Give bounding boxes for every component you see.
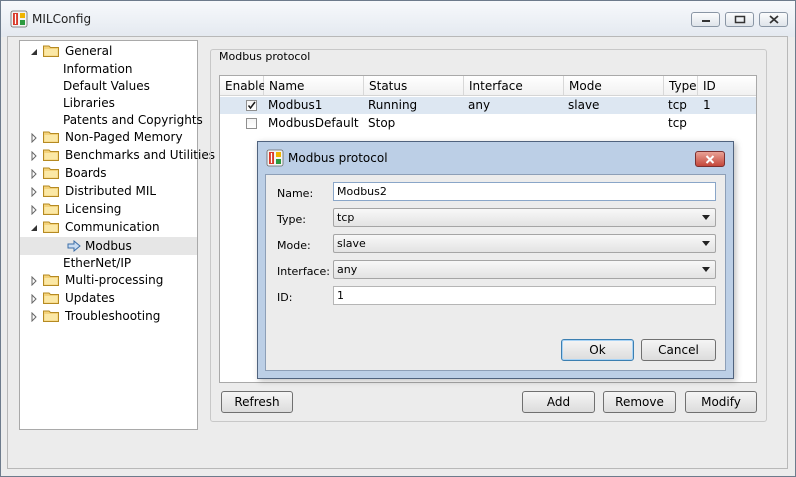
tree-item-distributed-mil[interactable]: Distributed MIL [65, 182, 156, 200]
type-value: tcp [337, 211, 355, 224]
cell-type: tcp [668, 98, 687, 112]
cell-type: tcp [668, 116, 687, 130]
enable-checkbox[interactable] [246, 100, 257, 111]
expand-arrow-icon[interactable] [29, 294, 39, 304]
minimize-button[interactable] [691, 12, 720, 27]
column-header-interface[interactable]: Interface [464, 76, 564, 96]
column-header-type[interactable]: Type [664, 76, 698, 96]
name-label: Name: [277, 187, 314, 200]
tree-item-general[interactable]: General [65, 42, 112, 60]
chevron-down-icon [702, 241, 710, 246]
tree-item-default-values[interactable]: Default Values [63, 77, 150, 95]
mode-label: Mode: [277, 239, 311, 252]
collapse-arrow-icon[interactable] [29, 223, 39, 233]
maximize-button[interactable] [725, 12, 754, 27]
checkmark-icon [247, 101, 256, 110]
dialog-close-button[interactable] [695, 151, 725, 167]
minimize-icon [701, 19, 710, 22]
dialog-title: Modbus protocol [288, 151, 388, 165]
maximize-icon [734, 15, 745, 24]
milconfig-app-icon [10, 10, 28, 28]
close-icon [768, 15, 779, 24]
expand-arrow-icon[interactable] [29, 276, 39, 286]
cell-id: 1 [703, 98, 711, 112]
tree-item-communication[interactable]: Communication [65, 218, 160, 236]
folder-icon [43, 274, 59, 286]
tree-item-patents[interactable]: Patents and Copyrights [63, 111, 203, 129]
folder-icon [43, 310, 59, 322]
table-row[interactable]: Modbus1 Running any slave tcp 1 [220, 97, 756, 114]
expand-arrow-icon[interactable] [29, 151, 39, 161]
mode-value: slave [337, 237, 366, 250]
folder-icon [43, 221, 59, 233]
interface-label: Interface: [277, 265, 330, 278]
cell-mode: slave [568, 98, 600, 112]
ok-button[interactable]: Ok [561, 339, 634, 361]
collapse-arrow-icon[interactable] [29, 47, 39, 57]
cell-status: Running [368, 98, 418, 112]
folder-icon [43, 45, 59, 57]
interface-dropdown[interactable]: any [333, 260, 716, 279]
cell-interface: any [468, 98, 491, 112]
expand-arrow-icon[interactable] [29, 187, 39, 197]
add-button[interactable]: Add [522, 391, 595, 413]
folder-icon [43, 292, 59, 304]
column-header-enable[interactable]: Enable [220, 76, 266, 96]
title-bar[interactable]: MILConfig [1, 1, 795, 37]
close-icon [705, 154, 715, 164]
tree-item-multi-processing[interactable]: Multi-processing [65, 271, 163, 289]
id-label: ID: [277, 291, 293, 304]
tree-item-boards[interactable]: Boards [65, 164, 107, 182]
refresh-button[interactable]: Refresh [221, 391, 293, 413]
expand-arrow-icon[interactable] [29, 312, 39, 322]
remove-button[interactable]: Remove [603, 391, 676, 413]
interface-value: any [337, 263, 358, 276]
folder-icon [43, 203, 59, 215]
expand-arrow-icon[interactable] [29, 133, 39, 143]
navigation-tree[interactable]: General Information Default Values Libra… [19, 40, 215, 430]
folder-icon [43, 131, 59, 143]
tree-item-licensing[interactable]: Licensing [65, 200, 121, 218]
tree-item-non-paged-memory[interactable]: Non-Paged Memory [65, 128, 183, 146]
tree-item-troubleshooting[interactable]: Troubleshooting [65, 307, 160, 325]
window-title: MILConfig [32, 12, 92, 26]
tree-item-benchmarks[interactable]: Benchmarks and Utilities [65, 146, 215, 164]
column-header-name[interactable]: Name [264, 76, 364, 96]
id-field[interactable]: 1 [333, 286, 716, 305]
folder-icon [43, 185, 59, 197]
tree-item-information[interactable]: Information [63, 60, 132, 78]
expand-arrow-icon[interactable] [29, 205, 39, 215]
cancel-button[interactable]: Cancel [641, 339, 716, 361]
folder-icon [43, 149, 59, 161]
tree-item-libraries[interactable]: Libraries [63, 94, 115, 112]
column-header-status[interactable]: Status [364, 76, 464, 96]
tree-item-ethernet-ip[interactable]: EtherNet/IP [63, 254, 131, 272]
type-dropdown[interactable]: tcp [333, 208, 716, 227]
dialog-body: Name: Modbus2 Type: tcp Mode: slave Inte… [265, 174, 726, 371]
enable-checkbox[interactable] [246, 118, 257, 129]
cell-name: ModbusDefault [268, 116, 359, 130]
tree-item-modbus[interactable]: Modbus [85, 237, 132, 255]
mode-dropdown[interactable]: slave [333, 234, 716, 253]
milconfig-app-icon [266, 149, 284, 167]
arrow-right-icon [67, 240, 81, 252]
column-header-id[interactable]: ID [698, 76, 756, 96]
expand-arrow-icon[interactable] [29, 169, 39, 179]
modify-button[interactable]: Modify [685, 391, 757, 413]
cell-status: Stop [368, 116, 396, 130]
group-title: Modbus protocol [218, 50, 312, 63]
cell-name: Modbus1 [268, 98, 323, 112]
chevron-down-icon [702, 215, 710, 220]
table-row[interactable]: ModbusDefault Stop tcp [220, 115, 756, 132]
tree-item-updates[interactable]: Updates [65, 289, 115, 307]
type-label: Type: [277, 213, 306, 226]
close-window-button[interactable] [759, 12, 788, 27]
folder-icon [43, 167, 59, 179]
chevron-down-icon [702, 267, 710, 272]
name-field[interactable]: Modbus2 [333, 182, 716, 201]
modbus-protocol-dialog[interactable]: Modbus protocol Name: Modbus2 Type: tcp … [257, 141, 734, 379]
column-header-mode[interactable]: Mode [564, 76, 664, 96]
